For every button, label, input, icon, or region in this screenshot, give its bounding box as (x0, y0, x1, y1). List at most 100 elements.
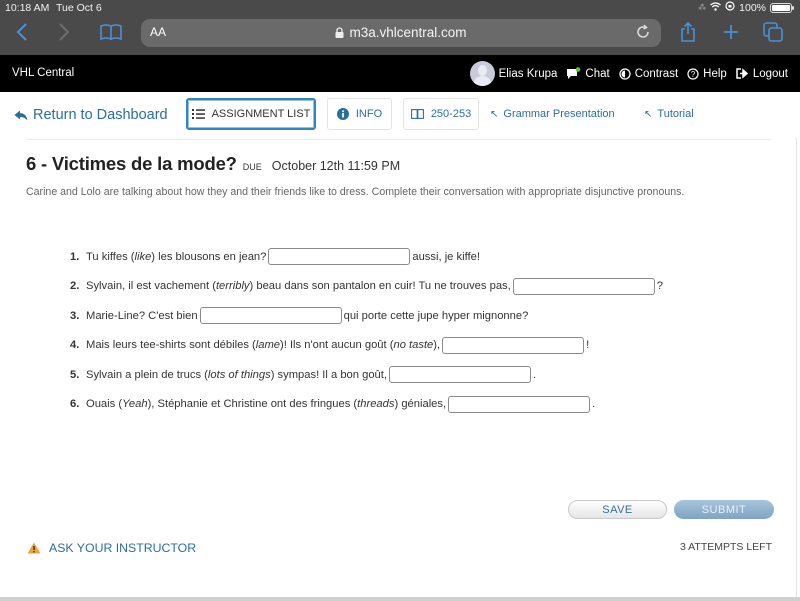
info-button[interactable]: INFO (327, 98, 392, 130)
bottom-border (0, 597, 800, 601)
question-text-after: ? (656, 280, 663, 293)
tutorial-label: Tutorial (657, 108, 694, 120)
question-number: 2. (70, 280, 80, 293)
return-label: Return to Dashboard (33, 107, 168, 123)
book-icon (410, 109, 424, 119)
bookmarks-button[interactable] (97, 19, 125, 45)
brand-logo[interactable]: VHL Central (12, 67, 74, 79)
forward-icon (59, 23, 70, 41)
question-text-after: aussi, je kiffe! (412, 250, 480, 263)
question-text-after: . (533, 368, 537, 381)
forward-button[interactable] (51, 19, 77, 45)
reply-arrow-icon (14, 110, 28, 120)
question-text: Marie-Line? C'est bien (86, 309, 198, 322)
bookmarks-icon (100, 24, 122, 40)
contrast-label: Contrast (634, 67, 679, 80)
question-text: Tu kiffes (like) les blousons en jean? (86, 250, 267, 263)
grammar-presentation-link[interactable]: ↖ Grammar Presentation (490, 108, 615, 120)
battery-percent: 100% (739, 1, 766, 14)
user-name: Elias Krupa (498, 67, 558, 80)
question-item: 3. Marie-Line? C'est bien qui porte cett… (70, 301, 663, 331)
question-number: 5. (70, 368, 80, 381)
question-text: Mais leurs tee-shirts sont débiles (lame… (86, 339, 441, 352)
back-button[interactable] (9, 19, 35, 45)
ask-instructor-link[interactable]: ASK YOUR INSTRUCTOR (27, 541, 196, 555)
question-number: 3. (70, 309, 80, 322)
logout-label: Logout (752, 67, 788, 80)
question-item: 6. Ouais (Yeah), Stéphanie et Christine … (70, 390, 663, 420)
question-text-after: qui porte cette jupe hyper mignonne? (343, 309, 529, 322)
header-menu: Elias Krupa Chat Contrast ? Help Logout (469, 61, 788, 86)
question-text: Ouais (Yeah), Stéphanie et Christine ont… (86, 398, 447, 411)
question-number: 4. (70, 339, 80, 352)
chat-icon (567, 67, 581, 79)
due-date: October 12th 11:59 PM (271, 159, 401, 173)
answer-input-1[interactable] (268, 248, 411, 266)
list-icon (191, 109, 205, 119)
url-display[interactable]: m3a.vhlcentral.com (141, 25, 661, 40)
instructions: Carine and Lolo are talking about how th… (26, 186, 685, 198)
question-number: 1. (70, 250, 80, 263)
textbook-pages-button[interactable]: 250-253 (403, 98, 479, 130)
ask-instructor-label: ASK YOUR INSTRUCTOR (49, 541, 197, 555)
save-button[interactable]: SAVE (568, 500, 667, 519)
warning-icon (27, 542, 41, 554)
tabs-button[interactable] (760, 19, 786, 45)
external-arrow-icon: ↖ (490, 108, 499, 120)
share-button[interactable] (675, 19, 701, 45)
svg-text:?: ? (691, 70, 696, 79)
info-label: INFO (355, 108, 383, 120)
textbook-pages-label: 250-253 (430, 108, 472, 120)
status-indicators: ⁂ 100% (698, 1, 794, 14)
lock-icon (335, 27, 344, 38)
question-text-after: . (592, 398, 596, 411)
assignment-list-button[interactable]: ASSIGNMENT LIST (186, 98, 316, 130)
tutorial-link[interactable]: ↖ Tutorial (644, 108, 694, 120)
info-icon (336, 108, 349, 120)
question-list: 1. Tu kiffes (like) les blousons en jean… (70, 242, 663, 419)
answer-input-5[interactable] (389, 366, 531, 384)
new-tab-button[interactable] (718, 19, 744, 45)
question-text-after: ! (586, 339, 590, 352)
external-arrow-icon: ↖ (644, 108, 653, 120)
assignment-list-label: ASSIGNMENT LIST (211, 108, 311, 120)
submit-button[interactable]: SUBMIT (674, 500, 774, 519)
reload-icon[interactable] (635, 24, 651, 40)
answer-input-2[interactable] (512, 277, 655, 295)
address-bar[interactable]: AA m3a.vhlcentral.com (141, 19, 661, 47)
wifi-icon (710, 1, 722, 14)
battery-icon (770, 2, 794, 13)
help-link[interactable]: ? Help (687, 68, 727, 80)
tabs-icon (763, 22, 783, 42)
divider (26, 139, 771, 140)
grammar-presentation-label: Grammar Presentation (503, 108, 615, 120)
question-item: 4. Mais leurs tee-shirts sont débiles (l… (70, 331, 663, 361)
logout-link[interactable]: Logout (736, 68, 788, 80)
new-tab-icon (724, 25, 738, 39)
browser-chrome: 10:18 AM Tue Oct 6 ⁂ 100% AA m3a.vhlcent… (0, 0, 800, 55)
activity-title: 6 - Victimes de la mode? (26, 153, 237, 174)
user-menu[interactable]: Elias Krupa (469, 61, 558, 86)
back-icon (16, 23, 27, 41)
url-text: m3a.vhlcentral.com (349, 25, 467, 40)
question-number: 6. (70, 398, 80, 411)
contrast-link[interactable]: Contrast (619, 68, 678, 80)
orientation-lock-icon (725, 1, 735, 14)
question-item: 5. Sylvain a plein de trucs (lots of thi… (70, 360, 663, 390)
return-to-dashboard-link[interactable]: Return to Dashboard (14, 107, 168, 123)
question-item: 2. Sylvain, il est vachement (terribly) … (70, 272, 663, 302)
status-date: Tue Oct 6 (56, 2, 102, 14)
contrast-icon (619, 67, 631, 80)
chat-link[interactable]: Chat (566, 67, 610, 80)
activity-heading: 6 - Victimes de la mode? DUE October 12t… (26, 153, 400, 175)
answer-input-6[interactable] (448, 395, 591, 413)
due-label: DUE (242, 162, 262, 172)
activity-toolbar: Return to Dashboard ASSIGNMENT LIST INFO… (0, 92, 800, 138)
answer-input-3[interactable] (199, 307, 342, 325)
attempts-left: 3 ATTEMPTS LEFT (680, 541, 772, 553)
question-item: 1. Tu kiffes (like) les blousons en jean… (70, 242, 663, 272)
logout-icon (736, 68, 748, 79)
signal-icon: ⁂ (698, 3, 707, 12)
answer-input-4[interactable] (442, 336, 585, 354)
question-text: Sylvain, il est vachement (terribly) bea… (86, 280, 511, 293)
